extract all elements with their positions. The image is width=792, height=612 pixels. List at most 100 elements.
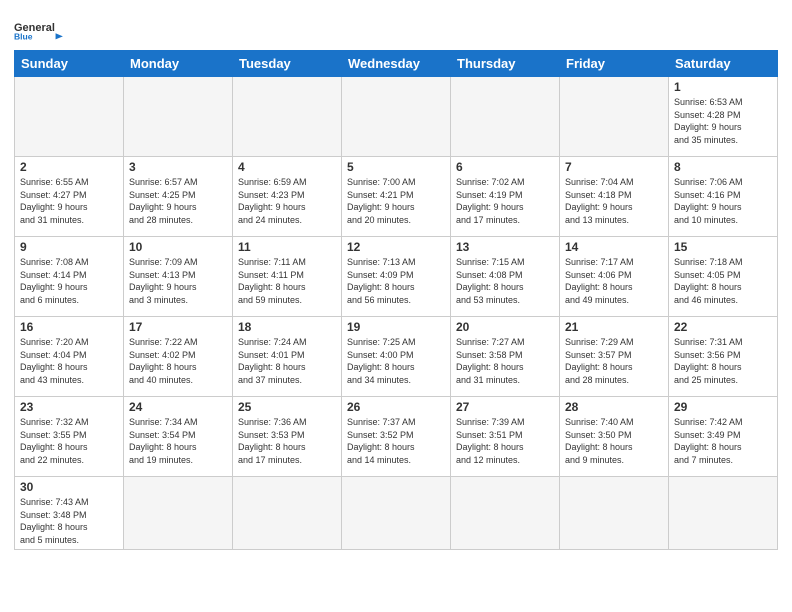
day-number: 18 xyxy=(238,320,336,334)
weekday-header-wednesday: Wednesday xyxy=(342,51,451,77)
calendar-cell: 6 Sunrise: 7:02 AM Sunset: 4:19 PM Daylig… xyxy=(451,157,560,237)
day-info: Sunrise: 7:27 AM Sunset: 3:58 PM Dayligh… xyxy=(456,336,554,386)
calendar-cell xyxy=(451,77,560,157)
day-number: 30 xyxy=(20,480,118,494)
calendar-cell: 19 Sunrise: 7:25 AM Sunset: 4:00 PM Dayli… xyxy=(342,317,451,397)
day-info: Sunrise: 7:32 AM Sunset: 3:55 PM Dayligh… xyxy=(20,416,118,466)
day-info: Sunrise: 7:00 AM Sunset: 4:21 PM Dayligh… xyxy=(347,176,445,226)
calendar-cell xyxy=(15,77,124,157)
calendar-cell: 2 Sunrise: 6:55 AM Sunset: 4:27 PM Daylig… xyxy=(15,157,124,237)
calendar-cell: 29 Sunrise: 7:42 AM Sunset: 3:49 PM Dayli… xyxy=(669,397,778,477)
calendar-cell: 28 Sunrise: 7:40 AM Sunset: 3:50 PM Dayli… xyxy=(560,397,669,477)
day-info: Sunrise: 7:34 AM Sunset: 3:54 PM Dayligh… xyxy=(129,416,227,466)
day-number: 28 xyxy=(565,400,663,414)
day-number: 22 xyxy=(674,320,772,334)
day-number: 1 xyxy=(674,80,772,94)
day-number: 26 xyxy=(347,400,445,414)
logo: General Blue xyxy=(14,10,69,44)
day-number: 27 xyxy=(456,400,554,414)
calendar-cell: 16 Sunrise: 7:20 AM Sunset: 4:04 PM Dayli… xyxy=(15,317,124,397)
calendar-cell: 9Sunrise: 7:08 AM Sunset: 4:14 PM Daylig… xyxy=(15,237,124,317)
calendar-cell: 21Sunrise: 7:29 AM Sunset: 3:57 PM Dayli… xyxy=(560,317,669,397)
calendar-cell: 23Sunrise: 7:32 AM Sunset: 3:55 PM Dayli… xyxy=(15,397,124,477)
calendar-cell xyxy=(342,477,451,550)
week-row-2: 9Sunrise: 7:08 AM Sunset: 4:14 PM Daylig… xyxy=(15,237,778,317)
calendar-cell xyxy=(451,477,560,550)
day-number: 14 xyxy=(565,240,663,254)
day-info: Sunrise: 7:40 AM Sunset: 3:50 PM Dayligh… xyxy=(565,416,663,466)
day-number: 24 xyxy=(129,400,227,414)
day-number: 15 xyxy=(674,240,772,254)
week-row-5: 30 Sunrise: 7:43 AM Sunset: 3:48 PM Dayli… xyxy=(15,477,778,550)
day-info: Sunrise: 7:09 AM Sunset: 4:13 PM Dayligh… xyxy=(129,256,227,306)
calendar-cell: 10 Sunrise: 7:09 AM Sunset: 4:13 PM Dayli… xyxy=(124,237,233,317)
calendar-cell xyxy=(124,77,233,157)
calendar-cell xyxy=(560,77,669,157)
day-info: Sunrise: 7:39 AM Sunset: 3:51 PM Dayligh… xyxy=(456,416,554,466)
calendar-cell xyxy=(669,477,778,550)
day-number: 19 xyxy=(347,320,445,334)
day-info: Sunrise: 7:17 AM Sunset: 4:06 PM Dayligh… xyxy=(565,256,663,306)
day-info: Sunrise: 7:20 AM Sunset: 4:04 PM Dayligh… xyxy=(20,336,118,386)
day-info: Sunrise: 7:25 AM Sunset: 4:00 PM Dayligh… xyxy=(347,336,445,386)
day-number: 12 xyxy=(347,240,445,254)
day-number: 6 xyxy=(456,160,554,174)
day-info: Sunrise: 7:36 AM Sunset: 3:53 PM Dayligh… xyxy=(238,416,336,466)
calendar-cell xyxy=(233,477,342,550)
calendar-cell: 5 Sunrise: 7:00 AM Sunset: 4:21 PM Daylig… xyxy=(342,157,451,237)
weekday-header-monday: Monday xyxy=(124,51,233,77)
calendar-cell: 26Sunrise: 7:37 AM Sunset: 3:52 PM Dayli… xyxy=(342,397,451,477)
day-info: Sunrise: 6:55 AM Sunset: 4:27 PM Dayligh… xyxy=(20,176,118,226)
calendar-cell: 4Sunrise: 6:59 AM Sunset: 4:23 PM Daylig… xyxy=(233,157,342,237)
calendar-cell xyxy=(342,77,451,157)
weekday-header-sunday: Sunday xyxy=(15,51,124,77)
calendar-cell: 25 Sunrise: 7:36 AM Sunset: 3:53 PM Dayli… xyxy=(233,397,342,477)
day-info: Sunrise: 6:59 AM Sunset: 4:23 PM Dayligh… xyxy=(238,176,336,226)
calendar-cell: 8 Sunrise: 7:06 AM Sunset: 4:16 PM Daylig… xyxy=(669,157,778,237)
weekday-header-saturday: Saturday xyxy=(669,51,778,77)
day-info: Sunrise: 6:57 AM Sunset: 4:25 PM Dayligh… xyxy=(129,176,227,226)
day-number: 16 xyxy=(20,320,118,334)
day-number: 21 xyxy=(565,320,663,334)
day-number: 29 xyxy=(674,400,772,414)
day-number: 10 xyxy=(129,240,227,254)
day-number: 11 xyxy=(238,240,336,254)
calendar-cell: 15Sunrise: 7:18 AM Sunset: 4:05 PM Dayli… xyxy=(669,237,778,317)
day-info: Sunrise: 7:31 AM Sunset: 3:56 PM Dayligh… xyxy=(674,336,772,386)
day-info: Sunrise: 7:02 AM Sunset: 4:19 PM Dayligh… xyxy=(456,176,554,226)
day-number: 2 xyxy=(20,160,118,174)
day-info: Sunrise: 6:53 AM Sunset: 4:28 PM Dayligh… xyxy=(674,96,772,146)
calendar-cell xyxy=(233,77,342,157)
day-number: 8 xyxy=(674,160,772,174)
day-info: Sunrise: 7:11 AM Sunset: 4:11 PM Dayligh… xyxy=(238,256,336,306)
calendar-cell: 3 Sunrise: 6:57 AM Sunset: 4:25 PM Daylig… xyxy=(124,157,233,237)
calendar-cell: 22 Sunrise: 7:31 AM Sunset: 3:56 PM Dayli… xyxy=(669,317,778,397)
day-info: Sunrise: 7:24 AM Sunset: 4:01 PM Dayligh… xyxy=(238,336,336,386)
day-info: Sunrise: 7:06 AM Sunset: 4:16 PM Dayligh… xyxy=(674,176,772,226)
calendar-cell xyxy=(560,477,669,550)
calendar-cell xyxy=(124,477,233,550)
day-info: Sunrise: 7:42 AM Sunset: 3:49 PM Dayligh… xyxy=(674,416,772,466)
weekday-header-friday: Friday xyxy=(560,51,669,77)
weekday-header-row: SundayMondayTuesdayWednesdayThursdayFrid… xyxy=(15,51,778,77)
week-row-3: 16 Sunrise: 7:20 AM Sunset: 4:04 PM Dayli… xyxy=(15,317,778,397)
logo-svg: General Blue xyxy=(14,14,69,44)
day-number: 20 xyxy=(456,320,554,334)
calendar-cell: 24 Sunrise: 7:34 AM Sunset: 3:54 PM Dayli… xyxy=(124,397,233,477)
day-number: 25 xyxy=(238,400,336,414)
calendar-cell: 11 Sunrise: 7:11 AM Sunset: 4:11 PM Dayli… xyxy=(233,237,342,317)
day-info: Sunrise: 7:13 AM Sunset: 4:09 PM Dayligh… xyxy=(347,256,445,306)
day-info: Sunrise: 7:08 AM Sunset: 4:14 PM Dayligh… xyxy=(20,256,118,306)
day-info: Sunrise: 7:43 AM Sunset: 3:48 PM Dayligh… xyxy=(20,496,118,546)
calendar: SundayMondayTuesdayWednesdayThursdayFrid… xyxy=(14,50,778,550)
day-number: 5 xyxy=(347,160,445,174)
day-number: 17 xyxy=(129,320,227,334)
day-info: Sunrise: 7:15 AM Sunset: 4:08 PM Dayligh… xyxy=(456,256,554,306)
calendar-cell: 14 Sunrise: 7:17 AM Sunset: 4:06 PM Dayli… xyxy=(560,237,669,317)
week-row-1: 2 Sunrise: 6:55 AM Sunset: 4:27 PM Daylig… xyxy=(15,157,778,237)
day-number: 3 xyxy=(129,160,227,174)
day-number: 7 xyxy=(565,160,663,174)
weekday-header-tuesday: Tuesday xyxy=(233,51,342,77)
week-row-4: 23Sunrise: 7:32 AM Sunset: 3:55 PM Dayli… xyxy=(15,397,778,477)
day-info: Sunrise: 7:22 AM Sunset: 4:02 PM Dayligh… xyxy=(129,336,227,386)
